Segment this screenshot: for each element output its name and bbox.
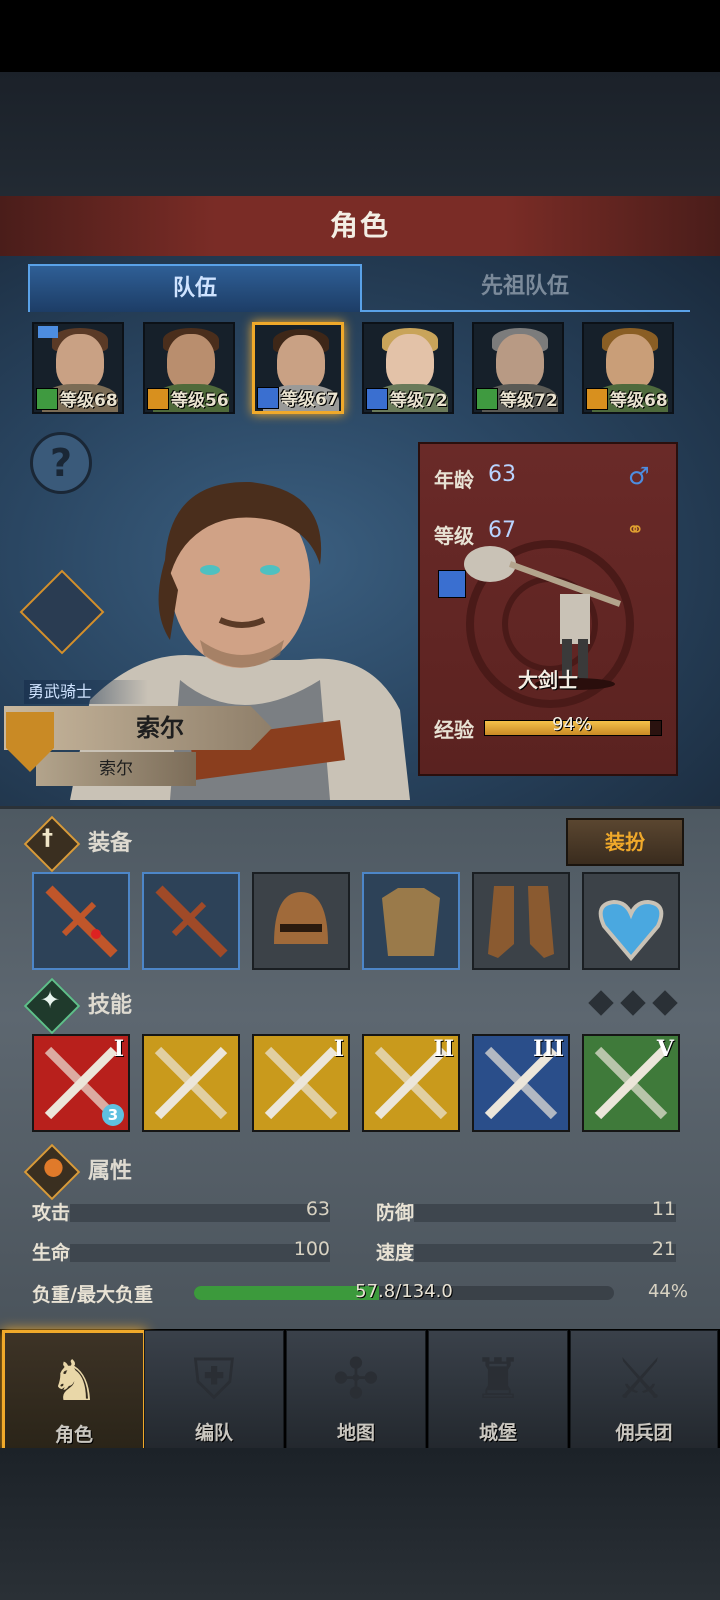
exp-percent: 94%	[551, 714, 592, 735]
outfit-button[interactable]: 装扮	[566, 818, 684, 866]
party-level-label: 等级68	[60, 391, 118, 411]
skill-rank: I	[333, 1036, 344, 1062]
party-member-1[interactable]: 等级68	[32, 322, 124, 414]
party-level-label: 等级72	[390, 391, 448, 411]
bottom-background	[0, 1448, 720, 1600]
page-title: 角色	[329, 209, 390, 242]
attack-label: 攻击	[32, 1202, 71, 1224]
helmet-formation-icon: ⛨	[193, 1347, 235, 1412]
defense-label: 防御	[376, 1202, 415, 1224]
party-level-label: 等级67	[281, 390, 339, 410]
drop-icon: ●	[43, 1152, 64, 1180]
stats-banner: 年龄 63 ♂ 等级 67 ⚭ 大剑士 经验 94%	[418, 442, 678, 776]
defense-value: 11	[651, 1198, 676, 1220]
green-crossed-icon	[476, 388, 498, 410]
helmet-icon[interactable]	[252, 872, 350, 970]
nav-map[interactable]: ✣ 地图	[286, 1330, 426, 1450]
green-crossed-icon	[36, 388, 58, 410]
star-icon: ✦	[40, 986, 61, 1014]
skill-rank: I	[113, 1036, 124, 1062]
character-name: 索尔	[136, 714, 184, 742]
attack-value: 63	[305, 1198, 330, 1220]
nav-label: 角色	[54, 1424, 93, 1446]
nav-label: 城堡	[478, 1422, 517, 1444]
nav-label: 编队	[194, 1422, 233, 1444]
character-title: 勇武骑士	[24, 680, 148, 704]
party-level-label: 等级56	[171, 391, 229, 411]
armor-icon[interactable]	[362, 872, 460, 970]
boots-icon[interactable]	[472, 872, 570, 970]
amulet-icon[interactable]	[582, 872, 680, 970]
cross-swords-icon[interactable]: II	[362, 1034, 460, 1132]
nav-castle[interactable]: ♜ 城堡	[428, 1330, 568, 1450]
cross-swords-icon[interactable]: III	[472, 1034, 570, 1132]
party-member-3[interactable]: 等级67	[252, 322, 344, 414]
compass-map-icon: ✣	[332, 1347, 380, 1412]
equipment-header: 装备	[88, 831, 133, 856]
party-member-2[interactable]: 等级56	[143, 322, 235, 414]
age-label: 年龄	[434, 468, 474, 492]
knight-icon: ♞	[48, 1349, 100, 1414]
hp-value: 100	[293, 1238, 330, 1260]
character-subname: 索尔	[99, 759, 133, 779]
party-level-label: 等级68	[610, 391, 668, 411]
nav-mercenary[interactable]: ⚔ 佣兵团	[570, 1330, 718, 1450]
age-value: 63	[488, 462, 516, 487]
blue-sword-icon	[366, 388, 388, 410]
skill-rank: V	[656, 1036, 674, 1062]
skill-rank: III	[533, 1036, 564, 1062]
party-member-4[interactable]: 等级72	[362, 322, 454, 414]
nav-label: 佣兵团	[615, 1422, 673, 1444]
burst-icon[interactable]: V	[582, 1034, 680, 1132]
cross-icon: †	[42, 826, 53, 851]
aura-icon[interactable]	[142, 1034, 240, 1132]
weapon-sword-icon[interactable]	[32, 872, 130, 970]
skill-rank: II	[433, 1036, 454, 1062]
party-level-label: 等级72	[500, 391, 558, 411]
sword-strike-icon[interactable]: I3	[32, 1034, 130, 1132]
speed-label: 速度	[376, 1242, 415, 1264]
weapon-sword-icon[interactable]	[142, 872, 240, 970]
load-percent: 44%	[647, 1281, 688, 1302]
tab-team[interactable]: 队伍	[28, 264, 362, 312]
status-bar	[0, 0, 720, 72]
load-label: 负重/最大负重	[32, 1284, 153, 1306]
mercenary-icon: ⚔	[614, 1347, 666, 1412]
nav-formation[interactable]: ⛨ 编队	[144, 1330, 284, 1450]
nav-label: 地图	[336, 1422, 375, 1444]
character-portrait	[70, 481, 410, 800]
flag-icon	[38, 326, 58, 338]
male-icon: ♂	[628, 462, 650, 490]
attributes-header: 属性	[88, 1159, 133, 1184]
load-value: 57.8/134.0	[355, 1281, 453, 1302]
orange-shield-icon	[147, 388, 169, 410]
class-name: 大剑士	[518, 668, 578, 692]
skill-badge: 3	[102, 1104, 124, 1126]
tab-ancestor-team[interactable]: 先祖队伍	[360, 264, 690, 312]
skills-header: 技能	[88, 993, 133, 1018]
hp-label: 生命	[32, 1242, 71, 1264]
castle-icon: ♜	[472, 1347, 524, 1412]
party-member-6[interactable]: 等级68	[582, 322, 674, 414]
blue-sword-icon	[257, 387, 279, 409]
nav-character[interactable]: ♞ 角色	[2, 1330, 146, 1454]
top-background	[0, 72, 720, 196]
target-slash-icon[interactable]: I	[252, 1034, 350, 1132]
orange-shield-icon	[586, 388, 608, 410]
exp-label: 经验	[434, 718, 474, 742]
speed-value: 21	[651, 1238, 676, 1260]
party-member-5[interactable]: 等级72	[472, 322, 564, 414]
